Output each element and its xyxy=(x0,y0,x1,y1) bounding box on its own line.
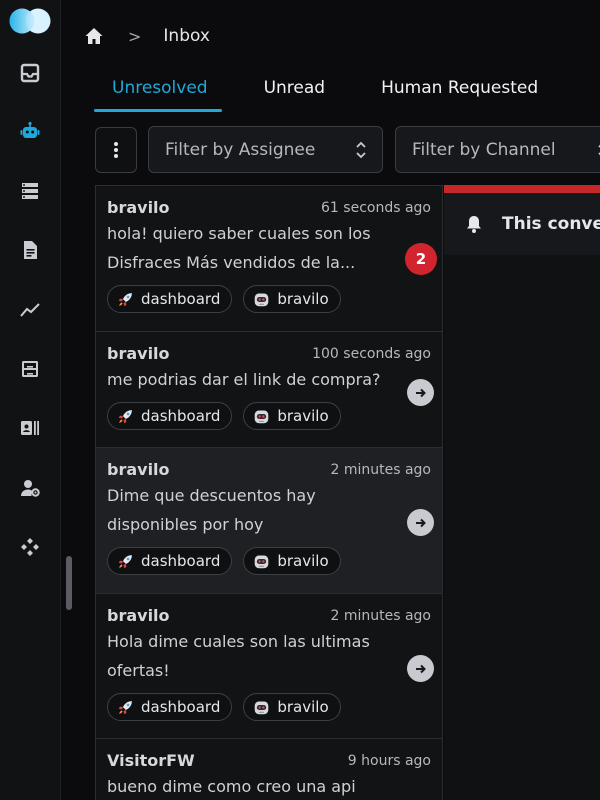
tag-label: dashboard xyxy=(141,290,221,308)
tab-unread[interactable]: Unread xyxy=(264,78,326,108)
conversation-message: Dime que descuentos hay disponibles por … xyxy=(107,486,316,534)
document-icon[interactable] xyxy=(18,238,42,262)
robot-icon xyxy=(255,293,269,306)
conversation-message: Hola dime cuales son las ultimas ofertas… xyxy=(107,632,370,680)
conversation-pane xyxy=(444,255,600,800)
conversation-tags: dashboard bravilo xyxy=(107,285,431,313)
tag-agent: bravilo xyxy=(243,285,341,313)
filter-assignee-label: Filter by Assignee xyxy=(165,139,316,160)
rocket-icon xyxy=(118,292,132,306)
conversation-item[interactable]: bravilo 2 minutes ago Hola dime cuales s… xyxy=(96,594,442,739)
datastores-icon[interactable] xyxy=(18,179,42,203)
conversation-time: 2 minutes ago xyxy=(330,608,431,624)
conversation-item[interactable]: bravilo 61 seconds ago hola! quiero sabe… xyxy=(96,186,442,332)
conversation-list[interactable]: bravilo 61 seconds ago hola! quiero sabe… xyxy=(95,185,443,800)
tab-human-requested[interactable]: Human Requested xyxy=(381,78,538,108)
conversation-banner: This conve xyxy=(444,193,600,255)
open-conversation-button[interactable] xyxy=(407,655,434,682)
tag-agent: bravilo xyxy=(243,402,341,430)
chevron-updown-icon xyxy=(356,141,366,159)
banner-text: This conve xyxy=(502,214,600,234)
breadcrumb: > Inbox xyxy=(84,22,210,50)
breadcrumb-separator: > xyxy=(128,26,142,46)
conversation-item-selected[interactable]: bravilo 2 minutes ago Dime que descuento… xyxy=(96,448,442,594)
integrations-icon[interactable] xyxy=(18,535,42,559)
tag-label: bravilo xyxy=(277,698,329,716)
conversation-time: 9 hours ago xyxy=(347,753,431,769)
robot-icon xyxy=(255,410,269,423)
tag-agent: bravilo xyxy=(243,547,341,575)
tag-label: dashboard xyxy=(141,407,221,425)
logo-icon[interactable] xyxy=(9,8,51,34)
bot-icon[interactable] xyxy=(18,119,42,143)
filter-channel-select[interactable]: Filter by Channel xyxy=(395,126,600,173)
home-icon[interactable] xyxy=(84,26,104,46)
conversation-time: 61 seconds ago xyxy=(321,200,431,216)
filter-channel-label: Filter by Channel xyxy=(412,139,556,160)
open-conversation-button[interactable] xyxy=(407,509,434,536)
archive-icon[interactable] xyxy=(18,357,42,381)
conversation-tags: dashboard bravilo xyxy=(107,402,431,430)
rocket-icon xyxy=(118,409,132,423)
team-settings-icon[interactable] xyxy=(18,476,42,500)
conversation-tags: dashboard bravilo xyxy=(107,693,431,721)
conversation-item[interactable]: VisitorFW 9 hours ago bueno dime como cr… xyxy=(96,739,442,800)
inbox-icon[interactable] xyxy=(18,61,42,85)
conversation-item[interactable]: bravilo 100 seconds ago me podrias dar e… xyxy=(96,332,442,448)
chevron-updown-icon xyxy=(598,144,600,156)
conversation-message: me podrias dar el link de compra? xyxy=(107,370,381,389)
contacts-icon[interactable] xyxy=(18,416,42,440)
rocket-icon xyxy=(118,554,132,568)
arrow-right-icon xyxy=(415,664,426,673)
tag-channel: dashboard xyxy=(107,693,233,721)
tag-label: bravilo xyxy=(277,290,329,308)
conversation-time: 100 seconds ago xyxy=(312,346,431,362)
tag-agent: bravilo xyxy=(243,693,341,721)
tag-label: dashboard xyxy=(141,552,221,570)
tag-label: dashboard xyxy=(141,698,221,716)
conversation-time: 2 minutes ago xyxy=(330,462,431,478)
open-conversation-button[interactable] xyxy=(407,379,434,406)
tag-label: bravilo xyxy=(277,552,329,570)
more-options-button[interactable] xyxy=(95,127,137,173)
unread-count-badge: 2 xyxy=(405,243,437,275)
bell-icon xyxy=(467,216,481,233)
tag-channel: dashboard xyxy=(107,402,233,430)
conversation-message: hola! quiero saber cuales son los Disfra… xyxy=(107,224,371,272)
robot-icon xyxy=(255,555,269,568)
inbox-tabs: Unresolved Unread Human Requested xyxy=(94,78,594,112)
analytics-icon[interactable] xyxy=(18,298,42,322)
conversation-message: bueno dime como creo una api xyxy=(107,777,356,796)
filter-assignee-select[interactable]: Filter by Assignee xyxy=(148,126,383,173)
conversation-tags: dashboard bravilo xyxy=(107,547,431,575)
tag-label: bravilo xyxy=(277,407,329,425)
breadcrumb-current: Inbox xyxy=(163,26,210,46)
kebab-icon xyxy=(114,140,118,160)
robot-icon xyxy=(255,701,269,714)
tag-channel: dashboard xyxy=(107,285,233,313)
sidebar xyxy=(0,0,61,800)
alert-bar xyxy=(444,185,600,193)
tab-unresolved[interactable]: Unresolved xyxy=(94,78,222,112)
arrow-right-icon xyxy=(415,518,426,527)
sidebar-scrollbar[interactable] xyxy=(66,556,72,610)
tag-channel: dashboard xyxy=(107,547,233,575)
rocket-icon xyxy=(118,700,132,714)
arrow-right-icon xyxy=(415,388,426,397)
